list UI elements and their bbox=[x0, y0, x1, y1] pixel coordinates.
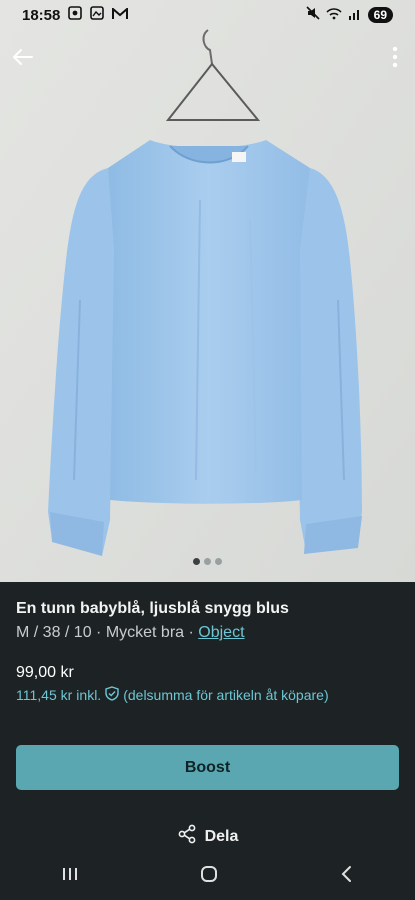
carousel-dot[interactable] bbox=[215, 558, 222, 565]
more-vertical-icon bbox=[392, 46, 398, 73]
shield-icon bbox=[105, 686, 119, 704]
recent-apps-button[interactable] bbox=[61, 866, 79, 882]
more-options-button[interactable] bbox=[383, 44, 407, 74]
size-condition: M / 38 / 10 · Mycket bra · bbox=[16, 624, 194, 641]
listing-title: En tunn babyblå, ljusblå snygg blus bbox=[16, 600, 289, 617]
boost-button[interactable]: Boost bbox=[16, 745, 399, 790]
share-label: Dela bbox=[204, 827, 239, 845]
buyer-note: (delsumma för artikeln åt köpare) bbox=[123, 687, 329, 703]
carousel-indicator bbox=[0, 558, 415, 565]
buyer-price: 111,45 kr bbox=[16, 687, 73, 703]
listing-price: 99,00 kr bbox=[16, 664, 74, 681]
system-back-button[interactable] bbox=[340, 865, 354, 883]
listing-info: En tunn babyblå, ljusblå snygg blus M / … bbox=[16, 600, 399, 704]
buyer-price-line[interactable]: 111,45 kr inkl. (delsumma för artikeln å… bbox=[16, 686, 399, 704]
status-time: 18:58 bbox=[22, 6, 61, 24]
arrow-left-icon bbox=[12, 48, 34, 71]
home-button[interactable] bbox=[200, 865, 218, 883]
product-image-carousel[interactable] bbox=[0, 0, 415, 582]
brand-link[interactable]: Object bbox=[198, 624, 244, 641]
listing-meta: M / 38 / 10 · Mycket bra · Object bbox=[16, 624, 399, 642]
recent-apps-icon bbox=[62, 868, 77, 880]
share-button[interactable]: Dela bbox=[0, 824, 415, 849]
gmail-icon bbox=[112, 6, 129, 24]
system-navigation-bar bbox=[0, 848, 415, 900]
carousel-dot[interactable] bbox=[204, 558, 211, 565]
buyer-price-suffix: inkl. bbox=[76, 687, 102, 703]
wifi-icon bbox=[326, 7, 342, 24]
product-photo bbox=[0, 0, 415, 582]
share-icon bbox=[177, 824, 197, 849]
mute-icon bbox=[306, 6, 320, 24]
status-bar: 18:58 69 bbox=[0, 0, 415, 30]
screenshot-icon bbox=[68, 6, 83, 24]
gallery-icon bbox=[90, 6, 105, 24]
chevron-left-icon bbox=[341, 866, 352, 882]
signal-icon bbox=[348, 7, 362, 24]
carousel-dot[interactable] bbox=[193, 558, 200, 565]
home-icon bbox=[201, 866, 218, 882]
battery-icon: 69 bbox=[367, 7, 393, 23]
back-button[interactable] bbox=[8, 44, 38, 74]
